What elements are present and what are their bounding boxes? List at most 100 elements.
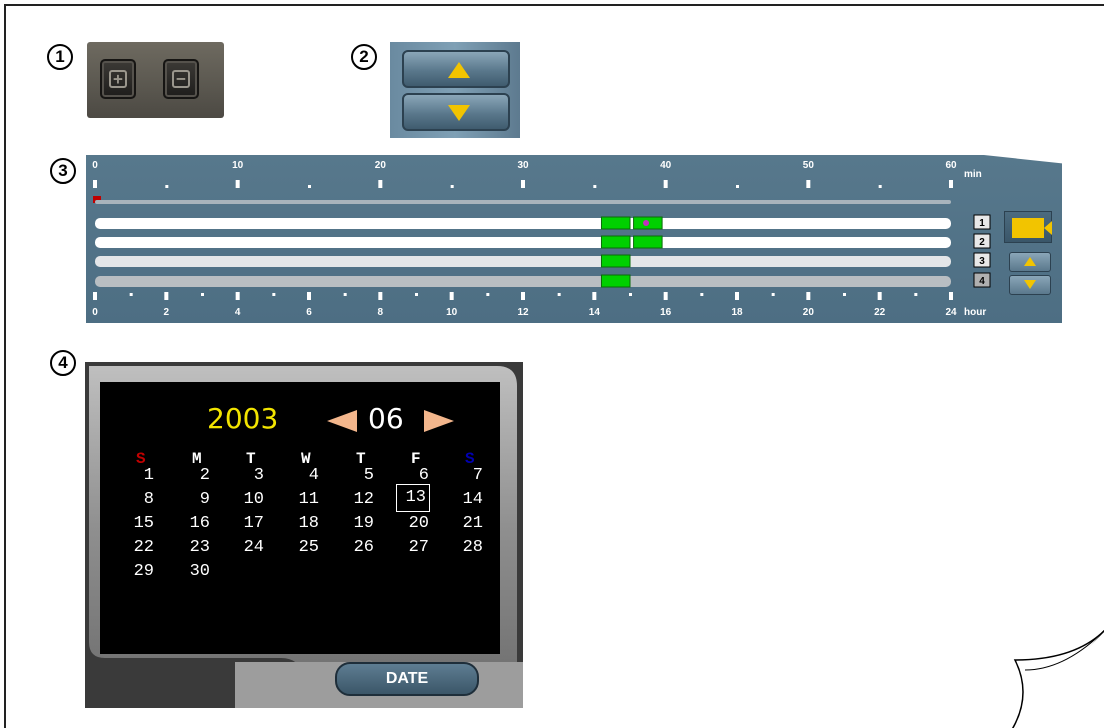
arrow-up-icon bbox=[448, 62, 470, 78]
next-month-icon[interactable] bbox=[424, 410, 454, 432]
hour-minor-tick bbox=[129, 293, 133, 296]
calendar-day[interactable]: 8 bbox=[120, 490, 154, 509]
minute-minor-tick bbox=[878, 185, 882, 188]
hour-label: 14 bbox=[589, 307, 601, 318]
minute-label: 50 bbox=[803, 160, 815, 171]
hour-tick bbox=[164, 292, 169, 300]
minute-label: 0 bbox=[92, 160, 98, 171]
camera-icon bbox=[1012, 218, 1052, 238]
calendar-day[interactable]: 2 bbox=[176, 466, 210, 485]
calendar-day[interactable]: 21 bbox=[449, 514, 483, 533]
hour-label: 16 bbox=[660, 307, 672, 318]
step-badge-2: 2 bbox=[351, 44, 377, 70]
calendar-day[interactable]: 6 bbox=[395, 466, 429, 485]
down-button[interactable] bbox=[402, 93, 510, 131]
hour-tick bbox=[235, 292, 240, 300]
hour-tick bbox=[663, 292, 668, 300]
timeline-graph[interactable]: 0 10 20 30 40 50 60min12340 2 4 6 8 10 12 14 16 18 20 22 2… bbox=[86, 155, 1062, 323]
calendar-day[interactable]: 23 bbox=[176, 538, 210, 557]
calendar-day[interactable]: 3 bbox=[230, 466, 264, 485]
up-button[interactable] bbox=[402, 50, 510, 88]
calendar-day[interactable]: 9 bbox=[176, 490, 210, 509]
step-badge-1: 1 bbox=[47, 44, 73, 70]
channel-track bbox=[95, 276, 951, 287]
minute-minor-tick bbox=[165, 185, 169, 188]
timeline-down-button[interactable] bbox=[1009, 275, 1051, 295]
minute-tick bbox=[806, 180, 811, 188]
calendar-day[interactable]: 4 bbox=[285, 466, 319, 485]
hour-tick bbox=[592, 292, 597, 300]
date-button[interactable]: DATE bbox=[335, 662, 479, 696]
camera-button[interactable] bbox=[1004, 211, 1052, 243]
hour-label: 4 bbox=[235, 307, 241, 318]
minute-label: 60 bbox=[945, 160, 957, 171]
calendar-day[interactable]: 12 bbox=[340, 490, 374, 509]
record-segment bbox=[600, 274, 631, 288]
hour-minor-tick bbox=[415, 293, 418, 296]
calendar-day[interactable]: 19 bbox=[340, 514, 374, 533]
hour-unit-label: hour bbox=[964, 307, 986, 318]
arrow-down-icon bbox=[1024, 280, 1036, 289]
channel-number: 4 bbox=[979, 276, 985, 287]
calendar-day[interactable]: 15 bbox=[120, 514, 154, 533]
calendar-day[interactable]: 16 bbox=[176, 514, 210, 533]
minute-label: 10 bbox=[232, 160, 244, 171]
minute-tick bbox=[93, 180, 97, 188]
zoom-in-button[interactable]: + bbox=[100, 59, 136, 99]
minute-tick bbox=[521, 180, 525, 188]
minute-label: 30 bbox=[517, 160, 529, 171]
calendar-day[interactable]: 11 bbox=[285, 490, 319, 509]
calendar-day[interactable]: 28 bbox=[449, 538, 483, 557]
minute-tick bbox=[663, 180, 668, 188]
minute-label: 20 bbox=[375, 160, 387, 171]
calendar-day[interactable]: 24 bbox=[230, 538, 264, 557]
calendar-day[interactable]: 17 bbox=[230, 514, 264, 533]
hour-tick bbox=[93, 292, 97, 300]
channel-number: 1 bbox=[979, 218, 985, 229]
record-segment bbox=[633, 235, 663, 249]
calendar-day[interactable]: 30 bbox=[176, 562, 210, 581]
prev-month-icon[interactable] bbox=[327, 410, 357, 432]
plus-icon: + bbox=[109, 70, 127, 88]
calendar-day[interactable]: 29 bbox=[120, 562, 154, 581]
hour-minor-tick bbox=[629, 293, 632, 296]
minute-tick bbox=[949, 180, 953, 188]
hour-tick bbox=[521, 292, 525, 300]
timeline-up-button[interactable] bbox=[1009, 252, 1051, 272]
calendar-day[interactable]: 14 bbox=[449, 490, 483, 509]
calendar-day[interactable]: 22 bbox=[120, 538, 154, 557]
hour-minor-tick bbox=[201, 293, 204, 296]
hour-minor-tick bbox=[557, 293, 561, 296]
minute-minor-tick bbox=[308, 185, 311, 188]
hour-label: 22 bbox=[874, 307, 886, 318]
zoom-out-button[interactable]: − bbox=[163, 59, 199, 99]
hour-tick bbox=[307, 292, 311, 300]
hour-minor-tick bbox=[914, 293, 918, 296]
hour-label: 24 bbox=[945, 307, 957, 318]
channel-track bbox=[95, 256, 951, 267]
calendar-panel: 2003 06 S M T W T F S 1 2 3 4 5 6 7 8 9 10 11 12 13 14 15 16 17… bbox=[85, 362, 523, 708]
calendar-year: 2003 bbox=[207, 402, 279, 435]
event-marker bbox=[643, 220, 650, 226]
hour-tick bbox=[877, 292, 882, 300]
calendar-day[interactable]: 7 bbox=[449, 466, 483, 485]
calendar-day-selected[interactable]: 13 bbox=[396, 484, 430, 512]
step-badge-3: 3 bbox=[50, 158, 76, 184]
hour-label: 10 bbox=[446, 307, 458, 318]
channel-track bbox=[95, 237, 951, 248]
hour-minor-tick bbox=[486, 293, 490, 296]
hour-minor-tick bbox=[771, 293, 775, 296]
calendar-day[interactable]: 1 bbox=[120, 466, 154, 485]
calendar-day[interactable]: 10 bbox=[230, 490, 264, 509]
record-segment bbox=[600, 235, 631, 249]
hour-minor-tick bbox=[272, 293, 276, 296]
calendar-day[interactable]: 25 bbox=[285, 538, 319, 557]
calendar-day[interactable]: 27 bbox=[395, 538, 429, 557]
calendar-day[interactable]: 26 bbox=[340, 538, 374, 557]
arrow-up-icon bbox=[1024, 257, 1036, 266]
calendar-day[interactable]: 18 bbox=[285, 514, 319, 533]
calendar-day[interactable]: 20 bbox=[395, 514, 429, 533]
calendar-day[interactable]: 5 bbox=[340, 466, 374, 485]
page-curl bbox=[1011, 630, 1104, 728]
channel-number: 3 bbox=[979, 256, 985, 267]
